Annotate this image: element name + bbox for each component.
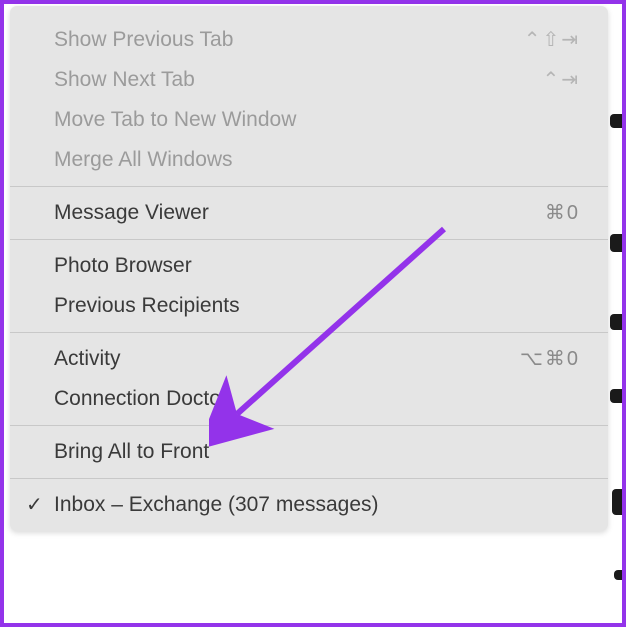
menu-item-label: Show Next Tab	[54, 66, 195, 94]
menu-item-inbox-window[interactable]: ✓ Inbox – Exchange (307 messages)	[10, 485, 608, 525]
menu-item-shortcut: ⌃⇥	[542, 66, 580, 94]
menu-item-label: Connection Doctor	[54, 385, 228, 413]
menu-item-label: Message Viewer	[54, 199, 209, 227]
menu-item-activity[interactable]: Activity ⌥⌘0	[10, 339, 608, 379]
window-menu-dropdown: Show Previous Tab ⌃⇧⇥ Show Next Tab ⌃⇥ M…	[10, 6, 608, 531]
menu-item-label: Previous Recipients	[54, 292, 240, 320]
menu-item-label: Bring All to Front	[54, 438, 209, 466]
menu-item-shortcut: ⌥⌘0	[520, 345, 580, 373]
menu-item-show-previous-tab[interactable]: Show Previous Tab ⌃⇧⇥	[10, 20, 608, 60]
menu-separator	[10, 186, 608, 187]
menu-item-move-tab-new-window[interactable]: Move Tab to New Window	[10, 100, 608, 140]
menu-item-photo-browser[interactable]: Photo Browser	[10, 246, 608, 286]
menu-item-label: Photo Browser	[54, 252, 192, 280]
menu-item-label: Activity	[54, 345, 121, 373]
menu-separator	[10, 478, 608, 479]
menu-item-shortcut: ⌘0	[545, 199, 580, 227]
menu-item-label: Show Previous Tab	[54, 26, 233, 54]
menu-separator	[10, 425, 608, 426]
background-text-fragments	[608, 4, 622, 623]
screenshot-frame: Show Previous Tab ⌃⇧⇥ Show Next Tab ⌃⇥ M…	[0, 0, 626, 627]
menu-separator	[10, 239, 608, 240]
menu-item-show-next-tab[interactable]: Show Next Tab ⌃⇥	[10, 60, 608, 100]
menu-item-connection-doctor[interactable]: Connection Doctor	[10, 379, 608, 419]
menu-item-previous-recipients[interactable]: Previous Recipients	[10, 286, 608, 326]
checkmark-icon: ✓	[26, 491, 43, 519]
menu-item-label: Merge All Windows	[54, 146, 233, 174]
menu-separator	[10, 332, 608, 333]
menu-item-bring-all-to-front[interactable]: Bring All to Front	[10, 432, 608, 472]
menu-item-shortcut: ⌃⇧⇥	[524, 26, 580, 54]
menu-item-label: Move Tab to New Window	[54, 106, 296, 134]
menu-item-message-viewer[interactable]: Message Viewer ⌘0	[10, 193, 608, 233]
menu-item-label: Inbox – Exchange (307 messages)	[54, 491, 379, 519]
menu-item-merge-all-windows[interactable]: Merge All Windows	[10, 140, 608, 180]
